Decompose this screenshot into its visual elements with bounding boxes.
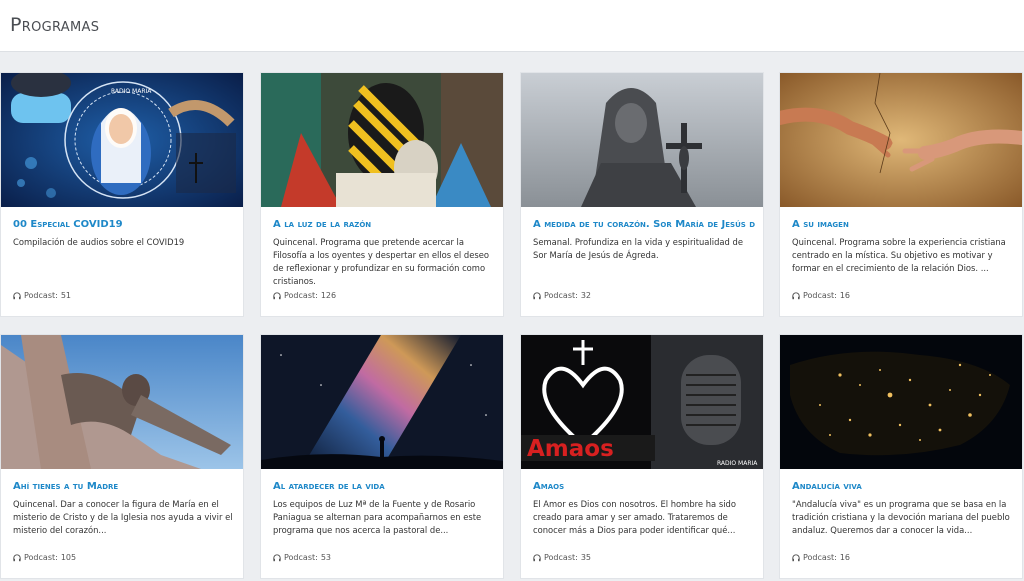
- podcast-number: 126: [320, 291, 337, 300]
- program-title[interactable]: A su imagen: [792, 219, 1014, 230]
- podcast-label: Podcast:: [284, 291, 318, 300]
- program-image-covid[interactable]: RADIO MARIA: [1, 73, 243, 207]
- program-image-amaos[interactable]: Amaos RADIO MARIA: [521, 335, 763, 469]
- program-title[interactable]: Andalucía viva: [792, 481, 1014, 492]
- headphones-icon: [13, 291, 21, 299]
- image-banner-text: RADIO MARIA: [111, 88, 152, 95]
- podcast-count: Podcast: 126: [273, 291, 336, 300]
- program-card[interactable]: A la luz de la razón Quincenal. Programa…: [261, 73, 503, 316]
- headphones-icon: [533, 553, 541, 561]
- podcast-label: Podcast:: [803, 291, 837, 300]
- program-description: Los equipos de Luz Mª de la Fuente y de …: [273, 499, 482, 535]
- program-description: Quincenal. Dar a conocer la figura de Ma…: [13, 499, 233, 535]
- podcast-count: Podcast: 53: [273, 553, 331, 562]
- headphones-icon: [273, 291, 281, 299]
- program-title[interactable]: A la luz de la razón: [273, 219, 495, 230]
- podcast-number: 53: [320, 553, 331, 562]
- headphones-icon: [792, 291, 800, 299]
- amaos-logo-text: Amaos: [527, 436, 614, 462]
- program-description: Compilación de audios sobre el COVID19: [13, 237, 185, 247]
- headphones-icon: [792, 553, 800, 561]
- program-image-luz-razon[interactable]: [261, 73, 503, 207]
- podcast-label: Podcast:: [24, 291, 58, 300]
- program-image-andalucia[interactable]: [780, 335, 1022, 469]
- podcast-label: Podcast:: [544, 291, 578, 300]
- podcast-number: 16: [839, 553, 850, 562]
- program-description: El Amor es Dios con nosotros. El hombre …: [533, 499, 736, 535]
- program-card[interactable]: A medida de tu corazón. Sor María de Jes…: [521, 73, 763, 316]
- program-card[interactable]: Ahí tienes a tu Madre Quincenal. Dar a c…: [1, 335, 243, 578]
- headphones-icon: [533, 291, 541, 299]
- program-title[interactable]: 00 Especial COVID19: [13, 219, 235, 230]
- program-card[interactable]: A su imagen Quincenal. Programa sobre la…: [780, 73, 1022, 316]
- program-image-atardecer[interactable]: [261, 335, 503, 469]
- podcast-label: Podcast:: [24, 553, 58, 562]
- podcast-number: 105: [60, 553, 77, 562]
- program-description: Quincenal. Programa sobre la experiencia…: [792, 237, 1006, 273]
- headphones-icon: [13, 553, 21, 561]
- program-description: Semanal. Profundiza en la vida y espirit…: [533, 237, 743, 260]
- radio-maria-watermark: RADIO MARIA: [717, 460, 758, 467]
- podcast-count: Podcast: 35: [533, 553, 591, 562]
- podcast-label: Podcast:: [803, 553, 837, 562]
- podcast-number: 51: [60, 291, 71, 300]
- page-header: Programas: [0, 0, 1024, 52]
- program-title[interactable]: Al atardecer de la vida: [273, 481, 495, 492]
- program-card[interactable]: Amaos RADIO MARIA Amaos El Amor es Dios …: [521, 335, 763, 578]
- program-card[interactable]: RADIO MARIA 00 Especial COVID19 Compilac…: [1, 73, 243, 316]
- program-title[interactable]: Amaos: [533, 481, 755, 492]
- podcast-count: Podcast: 16: [792, 553, 850, 562]
- page-title: Programas: [10, 14, 100, 36]
- program-image-su-imagen[interactable]: [780, 73, 1022, 207]
- program-description: "Andalucía viva" es un programa que se b…: [792, 499, 1010, 535]
- podcast-number: 16: [839, 291, 850, 300]
- program-title[interactable]: A medida de tu corazón. Sor María de Jes…: [533, 219, 755, 230]
- podcast-count: Podcast: 105: [13, 553, 76, 562]
- program-card[interactable]: Al atardecer de la vida Los equipos de L…: [261, 335, 503, 578]
- podcast-label: Podcast:: [284, 553, 318, 562]
- podcast-number: 32: [580, 291, 591, 300]
- program-image-agreda[interactable]: [521, 73, 763, 207]
- headphones-icon: [273, 553, 281, 561]
- program-description: Quincenal. Programa que pretende acercar…: [273, 237, 490, 286]
- podcast-count: Podcast: 51: [13, 291, 71, 300]
- podcast-number: 35: [580, 553, 591, 562]
- podcast-label: Podcast:: [544, 553, 578, 562]
- podcast-count: Podcast: 32: [533, 291, 591, 300]
- program-title[interactable]: Ahí tienes a tu Madre: [13, 481, 235, 492]
- program-card[interactable]: Andalucía viva "Andalucía viva" es un pr…: [780, 335, 1022, 578]
- program-image-tu-madre[interactable]: [1, 335, 243, 469]
- podcast-count: Podcast: 16: [792, 291, 850, 300]
